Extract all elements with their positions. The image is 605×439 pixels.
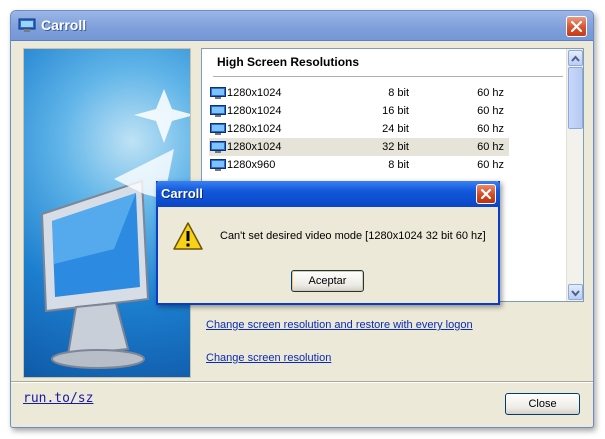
window-title: Carroll — [41, 17, 87, 33]
list-scrollbar[interactable] — [566, 49, 583, 301]
close-icon — [570, 20, 583, 33]
header-divider — [213, 76, 563, 77]
website-link[interactable]: run.to/sz — [23, 391, 93, 406]
list-item[interactable]: 1280x1024 8 bit 60 hz — [209, 84, 509, 102]
list-item[interactable]: 1280x960 8 bit 60 hz — [209, 156, 509, 174]
monitor-icon — [210, 141, 226, 153]
monitor-icon — [18, 18, 36, 33]
monitor-icon — [210, 87, 226, 99]
list-item[interactable]: 1280x1024 24 bit 60 hz — [209, 120, 509, 138]
scroll-thumb[interactable] — [568, 67, 583, 129]
monitor-icon — [210, 123, 226, 135]
scroll-up-button[interactable] — [568, 50, 583, 66]
footer-divider — [11, 381, 593, 383]
list-item[interactable]: 1280x1024 16 bit 60 hz — [209, 102, 509, 120]
chevron-down-icon — [571, 290, 580, 297]
close-button[interactable]: Close — [505, 393, 580, 415]
dialog-title-bar[interactable]: Carroll — [156, 181, 500, 207]
chevron-up-icon — [571, 55, 580, 62]
error-dialog: Carroll Can't set desired video mode [12… — [156, 181, 500, 305]
list-item-selected[interactable]: 1280x1024 32 bit 60 hz — [209, 138, 509, 156]
accept-button[interactable]: Aceptar — [291, 270, 364, 292]
dialog-close-button[interactable] — [476, 184, 496, 204]
dialog-title: Carroll — [161, 186, 203, 201]
dialog-message: Can't set desired video mode [1280x1024 … — [220, 230, 486, 242]
monitor-icon — [210, 159, 226, 171]
restore-resolution-link[interactable]: Change screen resolution and restore wit… — [206, 319, 473, 331]
close-icon — [480, 188, 492, 200]
scroll-down-button[interactable] — [568, 284, 583, 300]
resolution-list-header: High Screen Resolutions — [217, 55, 360, 69]
monitor-icon — [210, 105, 226, 117]
warning-icon — [172, 221, 204, 255]
change-resolution-link[interactable]: Change screen resolution — [206, 352, 331, 364]
title-bar[interactable]: Carroll — [11, 11, 593, 41]
window-close-button[interactable] — [566, 16, 587, 37]
